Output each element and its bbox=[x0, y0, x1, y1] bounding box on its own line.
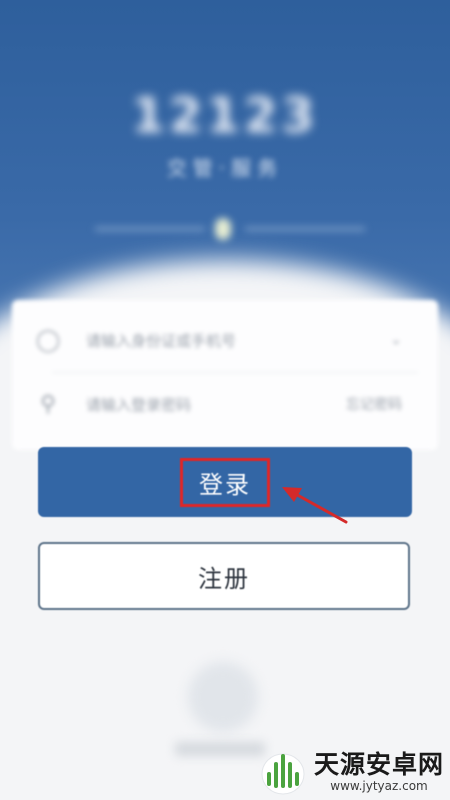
app-subtitle: 交管·服务 bbox=[166, 156, 284, 180]
dropdown-icon[interactable]: ⌄ bbox=[390, 332, 402, 348]
key-icon: ⚲ bbox=[39, 391, 57, 417]
android-logo-icon bbox=[261, 753, 305, 795]
forgot-password-link[interactable]: 忘记密码 bbox=[346, 394, 402, 414]
account-placeholder: 请输入身份证或手机号 bbox=[86, 331, 237, 350]
location-icon bbox=[215, 218, 231, 240]
login-label: 登录 bbox=[180, 457, 270, 507]
person-icon: ◯ bbox=[35, 327, 61, 353]
account-field[interactable]: ◯ 请输入身份证或手机号 ⌄ bbox=[12, 312, 438, 368]
field-divider bbox=[52, 372, 418, 373]
site-watermark: 天源安卓网 www.jytyaz.com bbox=[258, 748, 444, 796]
register-label: 注册 bbox=[198, 565, 250, 593]
alt-login-icon bbox=[188, 662, 258, 732]
register-button[interactable]: 注册 bbox=[38, 542, 410, 610]
password-field[interactable]: ⚲ 请输入登录密码 忘记密码 bbox=[12, 376, 438, 432]
annotation-arrow-icon bbox=[282, 487, 348, 524]
alt-login-label bbox=[175, 742, 265, 756]
header-decoration bbox=[95, 218, 365, 240]
app-title: 12123 bbox=[131, 88, 319, 144]
login-form: ◯ 请输入身份证或手机号 ⌄ ⚲ 请输入登录密码 忘记密码 bbox=[12, 300, 438, 450]
watermark-url: www.jytyaz.com bbox=[330, 779, 428, 793]
watermark-name: 天源安卓网 bbox=[314, 750, 445, 779]
password-placeholder: 请输入登录密码 bbox=[86, 395, 192, 414]
